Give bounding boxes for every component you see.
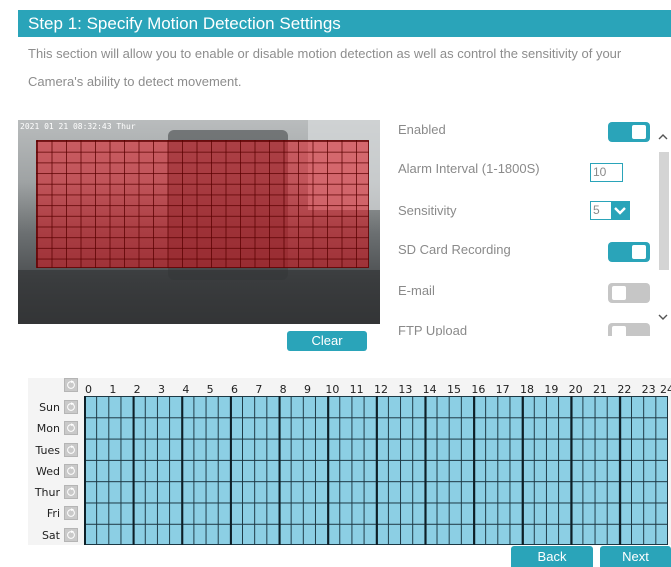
hour-label: 8	[279, 383, 287, 396]
hour-label: 13	[398, 383, 413, 396]
description-line-1: This section will allow you to enable or…	[28, 46, 622, 61]
back-button[interactable]: Back	[511, 546, 593, 567]
hour-label: 16	[471, 383, 486, 396]
refresh-icon	[67, 487, 75, 497]
hour-label: 7	[255, 383, 263, 396]
toggle-knob	[632, 125, 646, 139]
motion-detection-grid[interactable]	[36, 140, 369, 268]
hour-label: 18	[520, 383, 534, 396]
description-line-2: Camera's ability to detect movement.	[28, 74, 242, 89]
refresh-icon	[67, 508, 75, 518]
hour-label: 24	[660, 383, 671, 396]
camera-preview[interactable]: 2021 01 21 08:32:43 Thur	[18, 120, 380, 324]
sd-card-recording-label: SD Card Recording	[398, 242, 511, 257]
hour-label: 19	[544, 383, 559, 396]
next-button[interactable]: Next	[600, 546, 671, 567]
refresh-icon	[67, 444, 75, 454]
camera-scene-floor	[18, 270, 380, 324]
day-label: Sun	[39, 401, 60, 414]
sensitivity-label: Sensitivity	[398, 203, 457, 218]
chevron-up-icon[interactable]	[657, 130, 669, 142]
schedule-hour-dividers	[84, 396, 668, 545]
hour-label: 9	[304, 383, 311, 396]
day-label: Thur	[34, 486, 60, 500]
chevron-down-icon	[611, 202, 629, 219]
select-all-button[interactable]	[64, 378, 78, 392]
select-row-button[interactable]	[64, 400, 78, 414]
hour-label: 17	[495, 383, 510, 396]
page-title: Step 1: Specify Motion Detection Setting…	[28, 14, 341, 33]
sd-card-recording-toggle[interactable]	[608, 242, 650, 262]
toggle-knob	[612, 326, 626, 336]
hour-label: 23	[641, 383, 656, 396]
sensitivity-value: 5	[593, 203, 600, 217]
ftp-upload-label: FTP Upload	[398, 323, 468, 336]
hour-label: 11	[349, 383, 364, 396]
hour-label: 4	[182, 383, 190, 396]
hour-label: 2	[133, 383, 141, 396]
select-row-button[interactable]	[64, 421, 78, 436]
refresh-icon	[67, 380, 75, 389]
enabled-toggle[interactable]	[608, 122, 650, 142]
select-row-button[interactable]	[64, 442, 78, 457]
day-label: Mon	[36, 422, 60, 436]
refresh-icon	[67, 466, 75, 475]
alarm-interval-input[interactable]: 10	[590, 163, 623, 182]
hour-label: 12	[374, 383, 388, 396]
day-label: Wed	[36, 464, 60, 478]
hour-label: 14	[422, 383, 437, 396]
hour-label: 6	[231, 383, 238, 396]
sensitivity-select[interactable]: 5	[590, 201, 630, 220]
refresh-icon	[67, 530, 75, 539]
email-toggle[interactable]	[608, 283, 650, 303]
select-row-button[interactable]	[64, 463, 78, 478]
toggle-knob	[612, 286, 626, 300]
hour-label: 1	[109, 383, 117, 396]
schedule-panel: 0 1 2 3 4 5 6 7 8 9 10 11 12 13 14 15 16 17 18 19 20 21 22 23 24…	[28, 378, 671, 545]
camera-timestamp: 2021 01 21 08:32:43 Thur	[20, 122, 136, 131]
chevron-down-icon[interactable]	[657, 310, 669, 322]
day-label: Tues	[35, 443, 60, 457]
toggle-knob	[632, 245, 646, 259]
settings-panel: Enabled Alarm Interval (1-1800S) 10 Sens…	[385, 112, 671, 336]
clear-button[interactable]: Clear	[287, 331, 367, 351]
hour-label: 10	[325, 383, 340, 396]
refresh-icon	[67, 423, 75, 433]
hour-label: 0	[85, 383, 92, 396]
email-label: E-mail	[398, 283, 435, 298]
hour-label: 3	[158, 383, 165, 396]
hour-label: 22	[617, 383, 632, 396]
select-row-button[interactable]	[64, 506, 78, 521]
select-row-button[interactable]	[64, 485, 78, 500]
enabled-label: Enabled	[398, 122, 446, 137]
hour-label: 15	[447, 383, 461, 396]
alarm-interval-label: Alarm Interval (1-1800S)	[398, 161, 540, 176]
day-label: Fri	[46, 507, 60, 521]
day-label: Sat	[41, 528, 60, 542]
select-row-button[interactable]	[64, 527, 78, 542]
scrollbar-thumb[interactable]	[659, 152, 669, 270]
header-bar: Step 1: Specify Motion Detection Setting…	[18, 10, 671, 37]
ftp-upload-toggle[interactable]	[608, 323, 650, 336]
hour-label: 5	[206, 383, 214, 396]
hour-label: 20	[568, 383, 583, 396]
refresh-icon	[67, 402, 75, 411]
hour-label: 21	[593, 383, 607, 396]
